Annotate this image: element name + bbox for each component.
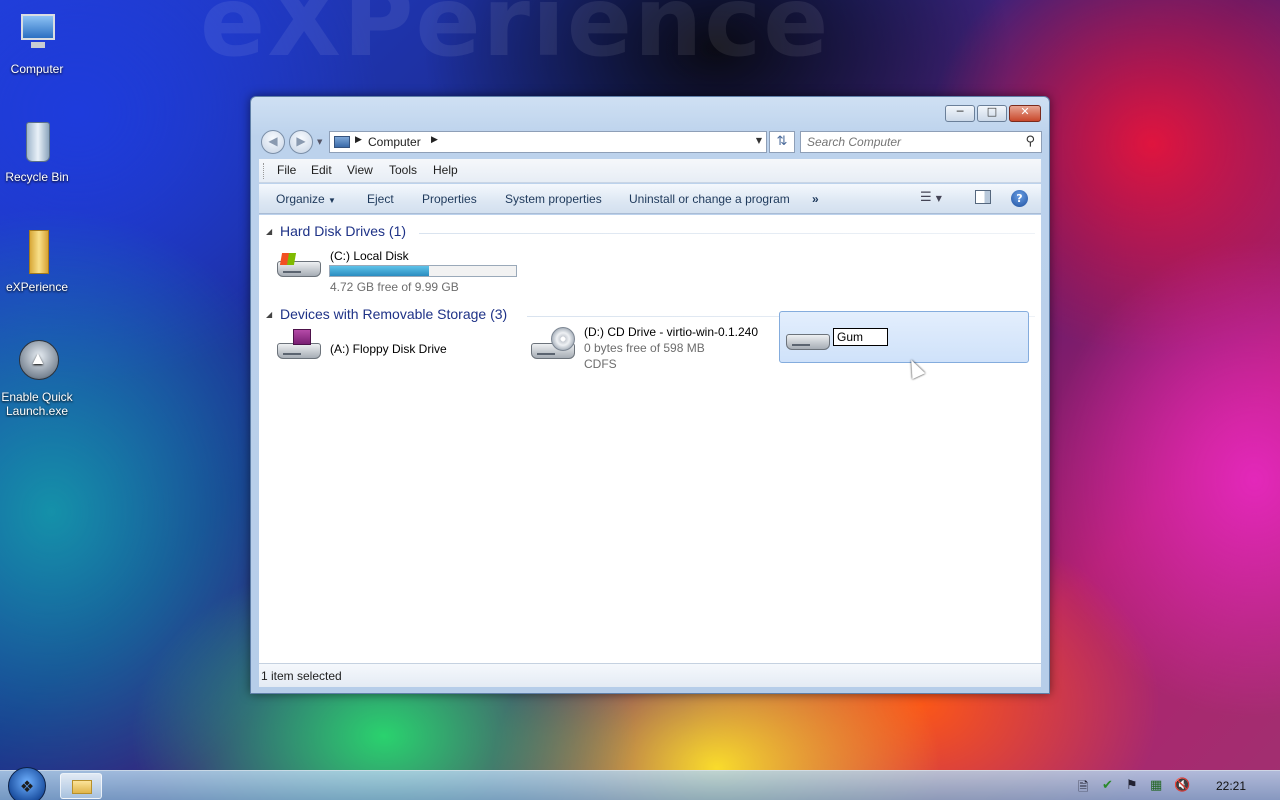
menu-tools[interactable]: Tools bbox=[389, 163, 417, 177]
menu-view[interactable]: View bbox=[347, 163, 373, 177]
collapse-triangle-icon[interactable]: ◢ bbox=[266, 310, 272, 319]
removable-drive-item-selected[interactable]: Gum bbox=[779, 311, 1029, 363]
caption-buttons: ─ □ ✕ bbox=[945, 105, 1041, 122]
address-bar[interactable]: ▶ Computer ▶ ▼ bbox=[329, 131, 767, 153]
desktop-icon-label: eXPerience bbox=[5, 280, 69, 294]
group-title-removable[interactable]: Devices with Removable Storage (3) bbox=[280, 306, 507, 322]
drive-c-usage-bar bbox=[329, 265, 517, 277]
recycle-bin-icon bbox=[13, 118, 61, 166]
taskbar: ❖ 🗎 ✔ ⚑ ▦ 🔇 22:21 bbox=[0, 767, 1280, 800]
view-options-icon[interactable]: ☰ ▼ bbox=[920, 190, 942, 205]
group-title-hard-disk[interactable]: Hard Disk Drives (1) bbox=[280, 223, 406, 239]
network-tray-icon[interactable]: ▦ bbox=[1150, 778, 1162, 793]
volume-muted-icon[interactable]: 🔇 bbox=[1174, 778, 1190, 793]
group-divider bbox=[419, 233, 1035, 234]
drive-d-free-space: 0 bytes free of 598 MB bbox=[584, 341, 705, 355]
forward-button[interactable]: ▶ bbox=[289, 130, 313, 154]
menu-edit[interactable]: Edit bbox=[311, 163, 332, 177]
address-dropdown-icon[interactable]: ▼ bbox=[756, 136, 762, 145]
back-button[interactable]: ◀ bbox=[261, 130, 285, 154]
status-bar: 1 item selected bbox=[259, 663, 1041, 687]
quick-launch-app-icon: ▲ bbox=[13, 338, 61, 386]
menu-grip bbox=[263, 163, 265, 179]
desktop-icon-experience-folder[interactable]: eXPerience bbox=[0, 228, 74, 294]
action-center-flag-icon[interactable]: ⚑ bbox=[1126, 778, 1138, 793]
eject-button[interactable]: Eject bbox=[367, 192, 394, 206]
collapse-triangle-icon[interactable]: ◢ bbox=[266, 227, 272, 236]
computer-icon bbox=[334, 136, 350, 148]
search-input[interactable] bbox=[807, 133, 1007, 151]
uninstall-program-button[interactable]: Uninstall or change a program bbox=[629, 192, 790, 206]
explorer-window: ─ □ ✕ ◀ ▶ ▼ ▶ Computer ▶ ▼ ⇅ ⚲ File Edit… bbox=[250, 96, 1050, 694]
cd-drive-icon bbox=[531, 327, 577, 365]
minimize-button[interactable]: ─ bbox=[945, 105, 975, 122]
menu-bar: File Edit View Tools Help bbox=[259, 159, 1041, 183]
breadcrumb-arrow-icon[interactable]: ▶ bbox=[355, 135, 362, 145]
desktop-icon-label: Recycle Bin bbox=[5, 170, 69, 184]
navigation-bar: ◀ ▶ ▼ ▶ Computer ▶ ▼ ⇅ ⚲ bbox=[259, 129, 1042, 155]
drive-c-usage-fill bbox=[330, 266, 429, 276]
system-properties-button[interactable]: System properties bbox=[505, 192, 602, 206]
back-arrow-icon: ◀ bbox=[268, 134, 278, 148]
forward-arrow-icon: ▶ bbox=[296, 134, 306, 148]
drive-d-name: (D:) CD Drive - virtio-win-0.1.240 bbox=[584, 325, 759, 339]
refresh-button[interactable]: ⇅ bbox=[769, 131, 795, 153]
start-button[interactable]: ❖ bbox=[8, 767, 46, 800]
status-text: 1 item selected bbox=[261, 669, 342, 683]
removable-drive-icon bbox=[786, 326, 832, 356]
desktop-icon-enable-quick-launch[interactable]: ▲ Enable Quick Launch.exe bbox=[0, 338, 74, 418]
windows-logo-icon: ❖ bbox=[19, 777, 35, 796]
close-button[interactable]: ✕ bbox=[1009, 105, 1041, 122]
computer-icon bbox=[13, 10, 61, 58]
document-tray-icon[interactable]: 🗎 bbox=[1078, 778, 1088, 800]
properties-button[interactable]: Properties bbox=[422, 192, 477, 206]
close-icon: ✕ bbox=[1020, 105, 1030, 118]
content-pane: ◢ Hard Disk Drives (1) (C:) Local Disk 4… bbox=[259, 215, 1041, 663]
breadcrumb-arrow-icon[interactable]: ▶ bbox=[431, 135, 438, 145]
floppy-drive-icon bbox=[277, 329, 323, 365]
clock[interactable]: 22:21 bbox=[1216, 779, 1246, 793]
desktop-icon-recycle-bin[interactable]: Recycle Bin bbox=[0, 118, 74, 184]
organize-button[interactable]: Organize ▼ bbox=[276, 192, 336, 206]
drive-a-name: (A:) Floppy Disk Drive bbox=[330, 342, 447, 356]
wallpaper-watermark: eXPerience bbox=[200, 0, 831, 78]
preview-pane-icon[interactable] bbox=[975, 190, 991, 204]
drive-c-name: (C:) Local Disk bbox=[330, 249, 409, 263]
menu-help[interactable]: Help bbox=[433, 163, 458, 177]
desktop-icon-label: Computer bbox=[10, 62, 64, 76]
folder-icon bbox=[13, 228, 61, 276]
breadcrumb-computer[interactable]: Computer bbox=[368, 135, 421, 149]
minimize-icon: ─ bbox=[956, 105, 964, 118]
help-icon[interactable]: ? bbox=[1011, 190, 1028, 207]
rename-input[interactable]: Gum bbox=[833, 328, 888, 346]
menu-file[interactable]: File bbox=[277, 163, 296, 177]
drive-d-filesystem: CDFS bbox=[584, 357, 617, 371]
taskbar-explorer-button[interactable] bbox=[60, 773, 102, 799]
maximize-icon: □ bbox=[986, 105, 998, 118]
security-shield-tray-icon[interactable]: ✔ bbox=[1102, 778, 1113, 793]
drive-c-free-space: 4.72 GB free of 9.99 GB bbox=[330, 280, 459, 294]
folder-icon bbox=[72, 780, 92, 794]
local-disk-icon bbox=[277, 253, 323, 283]
refresh-icon: ⇅ bbox=[776, 134, 788, 149]
command-bar: Organize ▼ Eject Properties System prope… bbox=[259, 184, 1041, 214]
desktop-icon-computer[interactable]: Computer bbox=[0, 10, 74, 76]
recent-pages-dropdown[interactable]: ▼ bbox=[317, 138, 322, 146]
search-box[interactable]: ⚲ bbox=[800, 131, 1042, 153]
search-icon[interactable]: ⚲ bbox=[1025, 134, 1035, 149]
desktop-icon-label: Enable Quick Launch.exe bbox=[1, 390, 73, 418]
chevron-down-icon: ▼ bbox=[328, 196, 336, 205]
more-commands-button[interactable]: » bbox=[812, 192, 819, 206]
maximize-button[interactable]: □ bbox=[977, 105, 1007, 122]
